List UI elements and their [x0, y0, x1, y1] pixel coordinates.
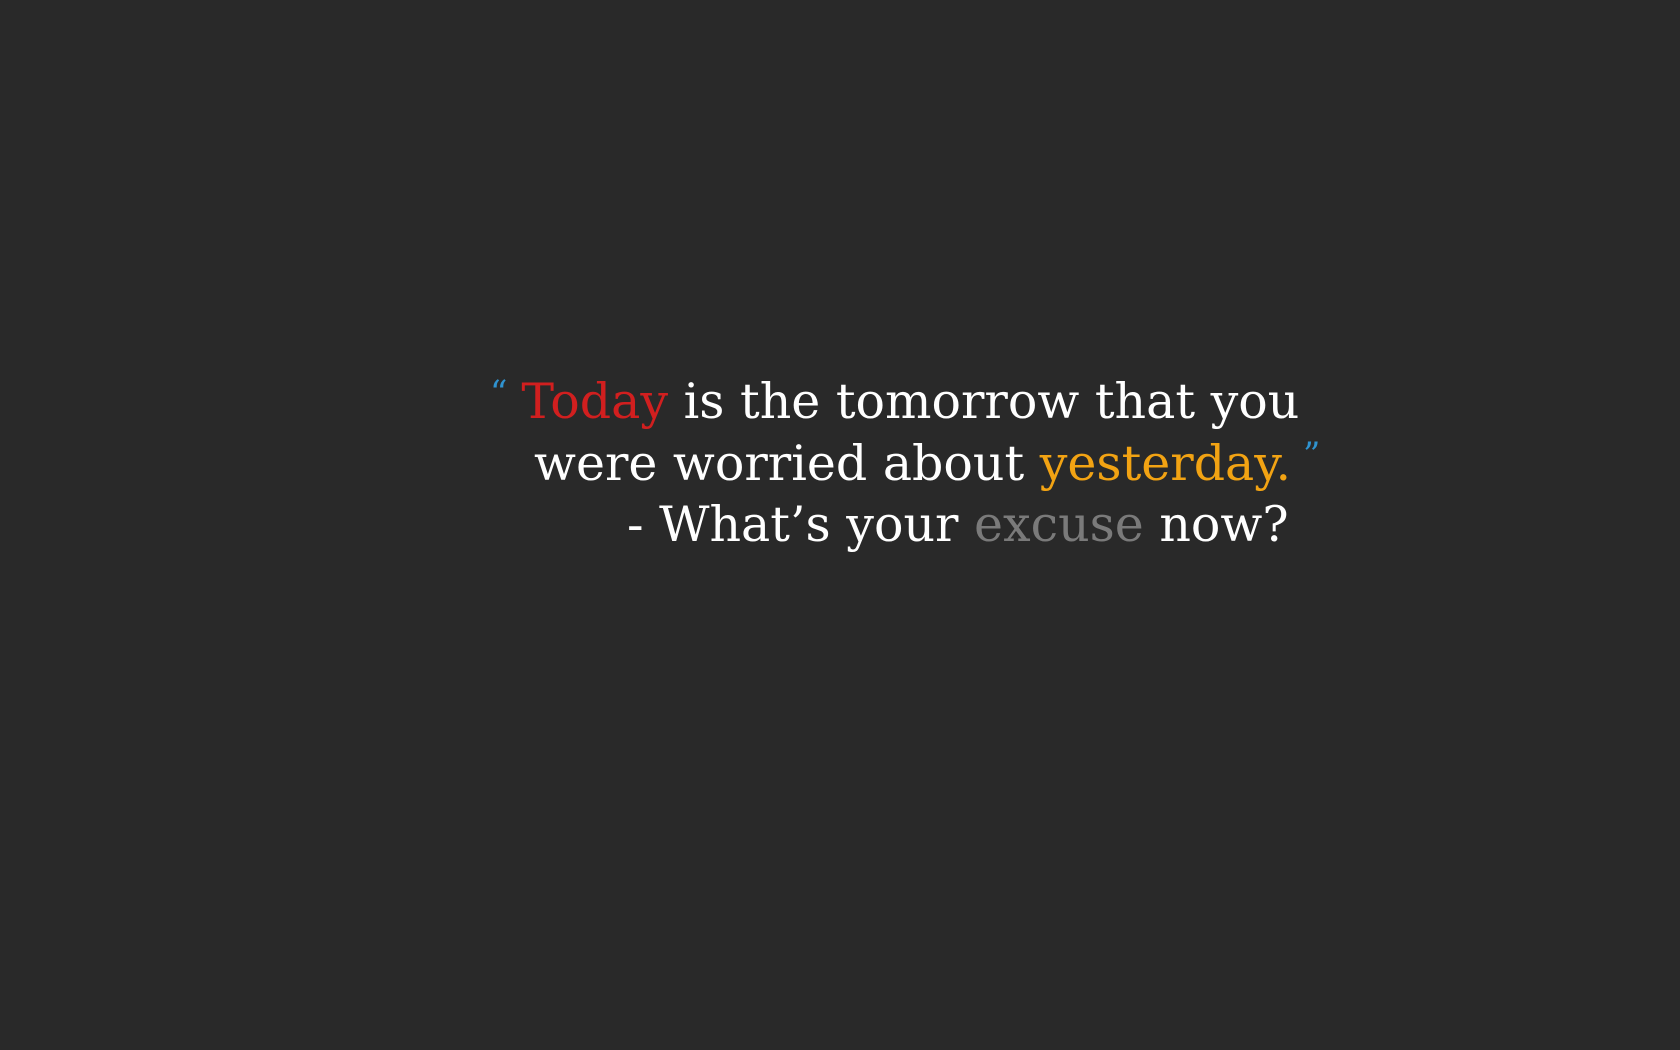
open-quote-mark: “	[490, 373, 508, 413]
highlight-today: Today	[521, 373, 669, 430]
attribution-lead: - What’s your	[627, 496, 974, 553]
attribution-tail: now?	[1143, 496, 1289, 553]
close-quote-mark: ”	[1303, 435, 1321, 475]
quote-line-2: were worried about yesterday.”	[534, 438, 1320, 488]
highlight-yesterday: yesterday.	[1039, 435, 1292, 492]
quote-line-2-text: were worried about	[534, 435, 1040, 492]
quote-line-1: “Today is the tomorrow that you	[490, 376, 1299, 426]
wallpaper-canvas: “Today is the tomorrow that you were wor…	[0, 0, 1680, 1050]
quote-block: “Today is the tomorrow that you were wor…	[0, 0, 1680, 1050]
quote-line-1-text: is the tomorrow that you	[668, 373, 1300, 430]
highlight-excuse: excuse	[974, 496, 1144, 553]
quote-attribution-line: - What’s your excuse now?	[627, 500, 1289, 549]
